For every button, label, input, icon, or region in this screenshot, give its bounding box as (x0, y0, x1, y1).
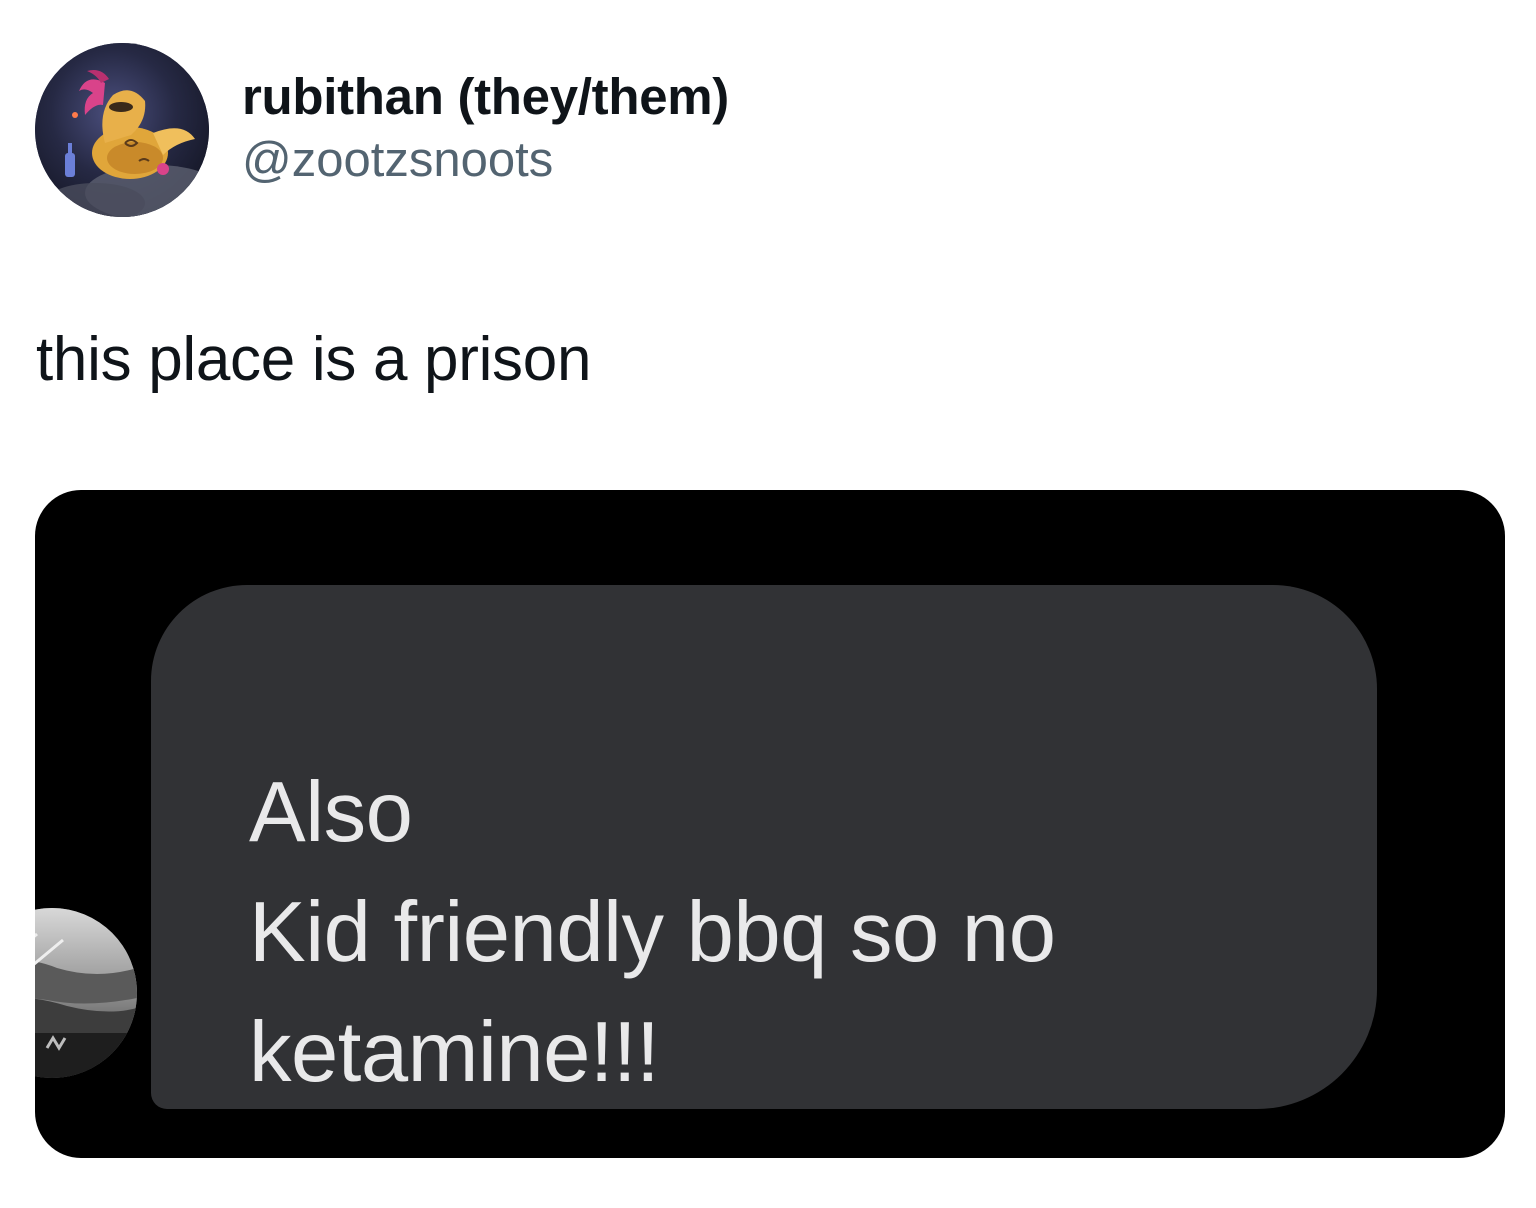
post-text: this place is a prison (36, 325, 592, 394)
sender-avatar (35, 908, 137, 1078)
social-post: rubithan (they/them) @zootzsnoots this p… (0, 0, 1536, 1208)
post-header: rubithan (they/them) @zootzsnoots (35, 42, 729, 218)
message-bubble: Also Kid friendly bbq so no ketamine!!! (151, 585, 1377, 1109)
author-names: rubithan (they/them) @zootzsnoots (242, 67, 729, 191)
post-media-image[interactable]: Also Kid friendly bbq so no ketamine!!! (35, 490, 1505, 1158)
message-line-1: Also (249, 765, 413, 860)
message-line-3: ketamine!!! (249, 1005, 660, 1100)
author-avatar[interactable] (35, 43, 209, 217)
author-display-name[interactable]: rubithan (they/them) (242, 67, 729, 127)
message-line-2: Kid friendly bbq so no (249, 885, 1056, 980)
author-handle[interactable]: @zootzsnoots (242, 129, 729, 191)
